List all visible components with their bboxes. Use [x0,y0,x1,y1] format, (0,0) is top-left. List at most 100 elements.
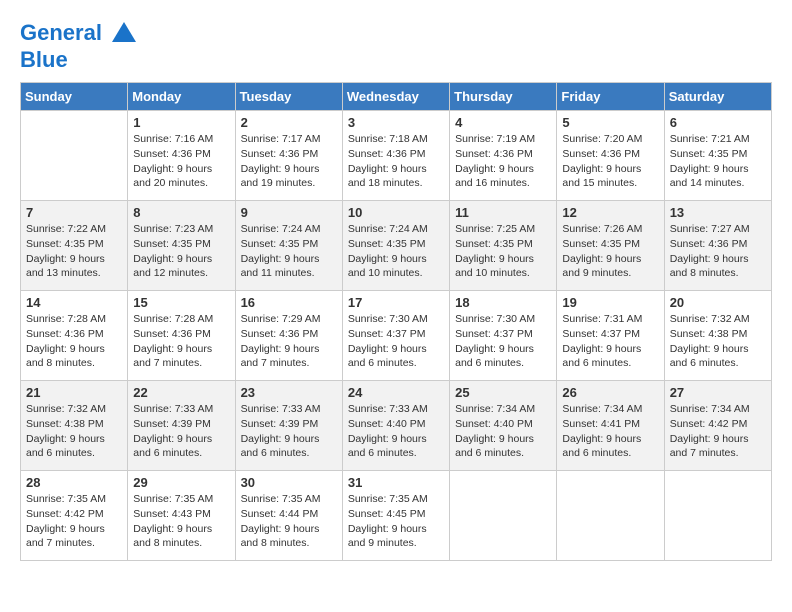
day-cell: 31 Sunrise: 7:35 AM Sunset: 4:45 PM Dayli… [342,471,449,561]
day-cell: 8 Sunrise: 7:23 AM Sunset: 4:35 PM Daylig… [128,201,235,291]
day-cell: 16Sunrise: 7:29 AM Sunset: 4:36 PM Dayli… [235,291,342,381]
day-info: Sunrise: 7:28 AM Sunset: 4:36 PM Dayligh… [133,312,229,371]
day-number: 20 [670,295,766,310]
day-info: Sunrise: 7:34 AM Sunset: 4:42 PM Dayligh… [670,402,766,461]
week-row-1: 1 Sunrise: 7:16 AM Sunset: 4:36 PM Daylig… [21,111,772,201]
day-cell: 6 Sunrise: 7:21 AM Sunset: 4:35 PM Daylig… [664,111,771,201]
day-info: Sunrise: 7:35 AM Sunset: 4:42 PM Dayligh… [26,492,122,551]
col-header-friday: Friday [557,83,664,111]
day-number: 14 [26,295,122,310]
day-cell: 19 Sunrise: 7:31 AM Sunset: 4:37 PM Dayli… [557,291,664,381]
day-info: Sunrise: 7:23 AM Sunset: 4:35 PM Dayligh… [133,222,229,281]
day-info: Sunrise: 7:33 AM Sunset: 4:40 PM Dayligh… [348,402,444,461]
day-info: Sunrise: 7:19 AM Sunset: 4:36 PM Dayligh… [455,132,551,191]
day-number: 6 [670,115,766,130]
day-number: 30 [241,475,337,490]
day-cell: 23 Sunrise: 7:33 AM Sunset: 4:39 PM Dayli… [235,381,342,471]
day-info: Sunrise: 7:24 AM Sunset: 4:35 PM Dayligh… [348,222,444,281]
day-number: 3 [348,115,444,130]
day-cell: 17Sunrise: 7:30 AM Sunset: 4:37 PM Dayli… [342,291,449,381]
day-number: 26 [562,385,658,400]
calendar-table: SundayMondayTuesdayWednesdayThursdayFrid… [20,82,772,561]
day-cell: 25Sunrise: 7:34 AM Sunset: 4:40 PM Dayli… [450,381,557,471]
day-info: Sunrise: 7:25 AM Sunset: 4:35 PM Dayligh… [455,222,551,281]
day-number: 22 [133,385,229,400]
day-cell: 30 Sunrise: 7:35 AM Sunset: 4:44 PM Dayli… [235,471,342,561]
day-info: Sunrise: 7:17 AM Sunset: 4:36 PM Dayligh… [241,132,337,191]
day-number: 18 [455,295,551,310]
day-cell: 18Sunrise: 7:30 AM Sunset: 4:37 PM Dayli… [450,291,557,381]
day-number: 1 [133,115,229,130]
col-header-thursday: Thursday [450,83,557,111]
day-cell: 14 Sunrise: 7:28 AM Sunset: 4:36 PM Dayli… [21,291,128,381]
day-number: 13 [670,205,766,220]
day-cell: 15Sunrise: 7:28 AM Sunset: 4:36 PM Dayli… [128,291,235,381]
day-cell: 7 Sunrise: 7:22 AM Sunset: 4:35 PM Daylig… [21,201,128,291]
day-info: Sunrise: 7:30 AM Sunset: 4:37 PM Dayligh… [348,312,444,371]
day-number: 5 [562,115,658,130]
day-number: 7 [26,205,122,220]
page-header: General Blue [20,20,772,72]
day-info: Sunrise: 7:35 AM Sunset: 4:45 PM Dayligh… [348,492,444,551]
day-cell: 21 Sunrise: 7:32 AM Sunset: 4:38 PM Dayli… [21,381,128,471]
day-cell: 10 Sunrise: 7:24 AM Sunset: 4:35 PM Dayli… [342,201,449,291]
day-number: 25 [455,385,551,400]
col-header-saturday: Saturday [664,83,771,111]
day-info: Sunrise: 7:33 AM Sunset: 4:39 PM Dayligh… [133,402,229,461]
day-info: Sunrise: 7:21 AM Sunset: 4:35 PM Dayligh… [670,132,766,191]
day-number: 19 [562,295,658,310]
day-info: Sunrise: 7:35 AM Sunset: 4:44 PM Dayligh… [241,492,337,551]
day-info: Sunrise: 7:26 AM Sunset: 4:35 PM Dayligh… [562,222,658,281]
col-header-tuesday: Tuesday [235,83,342,111]
day-info: Sunrise: 7:16 AM Sunset: 4:36 PM Dayligh… [133,132,229,191]
col-header-wednesday: Wednesday [342,83,449,111]
day-cell: 27 Sunrise: 7:34 AM Sunset: 4:42 PM Dayli… [664,381,771,471]
day-number: 27 [670,385,766,400]
day-cell: 11 Sunrise: 7:25 AM Sunset: 4:35 PM Dayli… [450,201,557,291]
day-info: Sunrise: 7:27 AM Sunset: 4:36 PM Dayligh… [670,222,766,281]
week-row-3: 14 Sunrise: 7:28 AM Sunset: 4:36 PM Dayli… [21,291,772,381]
calendar-header: SundayMondayTuesdayWednesdayThursdayFrid… [21,83,772,111]
day-cell: 26 Sunrise: 7:34 AM Sunset: 4:41 PM Dayli… [557,381,664,471]
day-number: 31 [348,475,444,490]
day-number: 28 [26,475,122,490]
week-row-5: 28 Sunrise: 7:35 AM Sunset: 4:42 PM Dayli… [21,471,772,561]
day-cell: 29Sunrise: 7:35 AM Sunset: 4:43 PM Dayli… [128,471,235,561]
day-info: Sunrise: 7:24 AM Sunset: 4:35 PM Dayligh… [241,222,337,281]
day-number: 21 [26,385,122,400]
day-info: Sunrise: 7:33 AM Sunset: 4:39 PM Dayligh… [241,402,337,461]
day-cell [21,111,128,201]
day-cell: 2 Sunrise: 7:17 AM Sunset: 4:36 PM Daylig… [235,111,342,201]
day-info: Sunrise: 7:34 AM Sunset: 4:41 PM Dayligh… [562,402,658,461]
day-number: 8 [133,205,229,220]
logo: General Blue [20,20,138,72]
day-number: 23 [241,385,337,400]
day-cell [450,471,557,561]
day-number: 9 [241,205,337,220]
day-cell: 9 Sunrise: 7:24 AM Sunset: 4:35 PM Daylig… [235,201,342,291]
day-number: 2 [241,115,337,130]
col-header-sunday: Sunday [21,83,128,111]
day-cell: 3 Sunrise: 7:18 AM Sunset: 4:36 PM Daylig… [342,111,449,201]
day-number: 10 [348,205,444,220]
day-info: Sunrise: 7:22 AM Sunset: 4:35 PM Dayligh… [26,222,122,281]
week-row-4: 21 Sunrise: 7:32 AM Sunset: 4:38 PM Dayli… [21,381,772,471]
day-info: Sunrise: 7:18 AM Sunset: 4:36 PM Dayligh… [348,132,444,191]
day-info: Sunrise: 7:32 AM Sunset: 4:38 PM Dayligh… [670,312,766,371]
day-info: Sunrise: 7:20 AM Sunset: 4:36 PM Dayligh… [562,132,658,191]
logo-text: General Blue [20,20,138,72]
day-number: 12 [562,205,658,220]
day-number: 16 [241,295,337,310]
col-header-monday: Monday [128,83,235,111]
day-cell: 1 Sunrise: 7:16 AM Sunset: 4:36 PM Daylig… [128,111,235,201]
day-cell: 13 Sunrise: 7:27 AM Sunset: 4:36 PM Dayli… [664,201,771,291]
week-row-2: 7 Sunrise: 7:22 AM Sunset: 4:35 PM Daylig… [21,201,772,291]
day-cell [664,471,771,561]
day-info: Sunrise: 7:31 AM Sunset: 4:37 PM Dayligh… [562,312,658,371]
day-number: 11 [455,205,551,220]
day-info: Sunrise: 7:28 AM Sunset: 4:36 PM Dayligh… [26,312,122,371]
day-info: Sunrise: 7:35 AM Sunset: 4:43 PM Dayligh… [133,492,229,551]
day-number: 24 [348,385,444,400]
day-cell [557,471,664,561]
day-info: Sunrise: 7:32 AM Sunset: 4:38 PM Dayligh… [26,402,122,461]
